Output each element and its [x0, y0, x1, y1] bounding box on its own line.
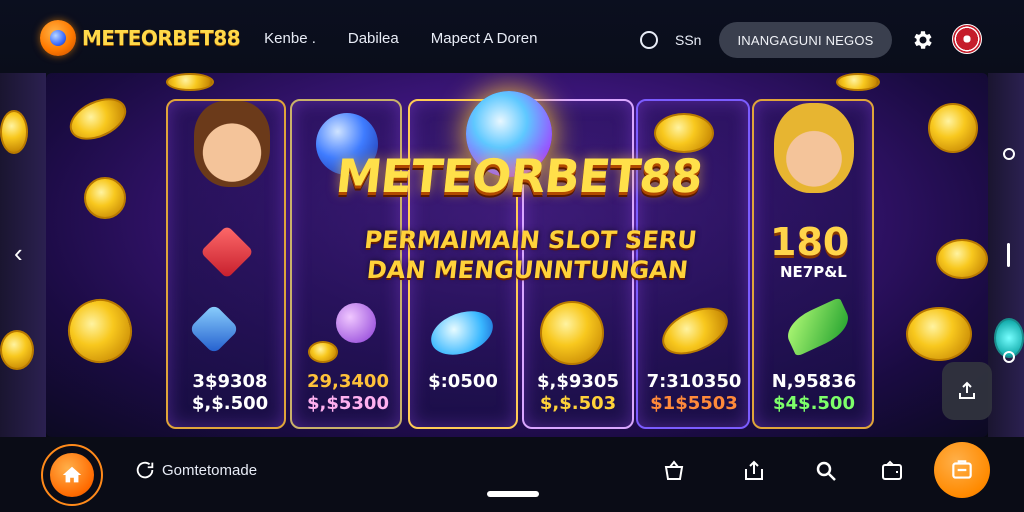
- prize-bottom-6: $4$.500: [773, 393, 855, 414]
- carousel-next-preview: [988, 73, 1024, 437]
- brand[interactable]: METEORBET88: [40, 20, 241, 56]
- coin-icon: [936, 239, 988, 279]
- coin-icon: [166, 73, 214, 91]
- coin-icon: [308, 341, 338, 363]
- home-button[interactable]: [41, 444, 103, 506]
- prize-top-5: 7:310350: [646, 371, 742, 392]
- coin-icon: [928, 103, 978, 153]
- upload-icon: [959, 381, 975, 399]
- prize-panel-6: N,95836 $4$.500: [758, 371, 870, 415]
- side-handle-icon[interactable]: [1007, 243, 1010, 267]
- banner-subtitle: PERMAIMAIN SLOT SERU DAN MENGUNNTUNGAN: [331, 225, 727, 285]
- share-icon[interactable]: [742, 459, 766, 483]
- chat-bubble-icon[interactable]: [640, 31, 658, 49]
- transfer-fab-button[interactable]: [934, 442, 990, 498]
- golden-knight-character-icon: [774, 103, 854, 193]
- prize-top-1: 3$9308: [192, 371, 268, 392]
- gear-icon[interactable]: [910, 28, 934, 52]
- brand-name: METEORBET88: [82, 26, 241, 50]
- prize-panel-5: 7:310350 $1$5503: [640, 371, 748, 415]
- banner-subtitle-line1: PERMAIMAIN SLOT SERU: [363, 226, 699, 254]
- chat-label[interactable]: SSn: [675, 32, 701, 48]
- prize-panel-4: $,$9305 $,$.503: [526, 371, 630, 415]
- hero-character-icon: [194, 101, 270, 187]
- prize-bottom-1: $,$.500: [191, 393, 269, 414]
- top-nav: Kenbe . Dabilea Mapect A Doren: [264, 30, 537, 47]
- nav-item-2[interactable]: Dabilea: [348, 30, 399, 47]
- banner-title: METEORBET88: [333, 149, 705, 203]
- prize-bottom-2: $,$5300: [307, 393, 389, 414]
- promo-banner[interactable]: METEORBET88 PERMAIMAIN SLOT SERU DAN MEN…: [46, 73, 988, 437]
- nav-item-1[interactable]: Kenbe .: [264, 30, 316, 47]
- prize-panel-3: $:0500: [412, 371, 514, 393]
- coin-icon: [84, 177, 126, 219]
- prize-bottom-5: $1$5503: [650, 393, 738, 414]
- prize-top-2: 29,3400: [307, 371, 389, 392]
- home-icon: [62, 466, 82, 483]
- prize-bottom-4: $,$.503: [539, 393, 617, 414]
- prize-top-4: $,$9305: [537, 371, 619, 392]
- transfer-icon: [952, 460, 972, 479]
- search-pill-button[interactable]: INANGAGUNI NEGOS: [719, 22, 892, 58]
- purple-orb-icon: [336, 303, 376, 343]
- coin-icon: [0, 330, 34, 370]
- refresh-icon[interactable]: [134, 459, 156, 481]
- prize-bottom-3: $:0500: [428, 371, 498, 392]
- search-icon[interactable]: [814, 459, 838, 483]
- side-dot-icon[interactable]: [1003, 148, 1015, 160]
- banner-subtitle-line2: DAN MENGUNNTUNGAN: [365, 256, 690, 284]
- nav-item-3[interactable]: Mapect A Doren: [431, 30, 538, 47]
- bottom-label[interactable]: Gomtetomade: [162, 462, 257, 479]
- coin-icon: [63, 90, 133, 148]
- badge-number: 180: [770, 220, 850, 264]
- basket-icon[interactable]: [662, 459, 686, 483]
- carousel-prev-arrow-icon[interactable]: ‹: [14, 240, 23, 266]
- prize-panel-2: 29,3400 $,$5300: [296, 371, 400, 415]
- coin-icon: [906, 307, 972, 361]
- coin-icon: [60, 291, 140, 371]
- coin-icon: [540, 301, 604, 365]
- coin-icon: [654, 113, 714, 153]
- side-dot-icon[interactable]: [1003, 351, 1015, 363]
- badge-label: NE7P&L: [780, 263, 847, 281]
- meteor-logo-icon: [40, 20, 76, 56]
- prize-panel-1: 3$9308 $,$.500: [182, 371, 278, 415]
- coin-icon: [836, 73, 880, 91]
- coin-icon: [0, 110, 28, 154]
- app-root: METEORBET88 Kenbe . Dabilea Mapect A Dor…: [0, 0, 1024, 512]
- prize-top-6: N,95836: [771, 371, 857, 392]
- home-indicator[interactable]: [487, 491, 539, 497]
- wallet-icon[interactable]: [880, 459, 904, 483]
- avatar-icon[interactable]: [952, 24, 982, 54]
- upload-float-button[interactable]: [942, 362, 992, 420]
